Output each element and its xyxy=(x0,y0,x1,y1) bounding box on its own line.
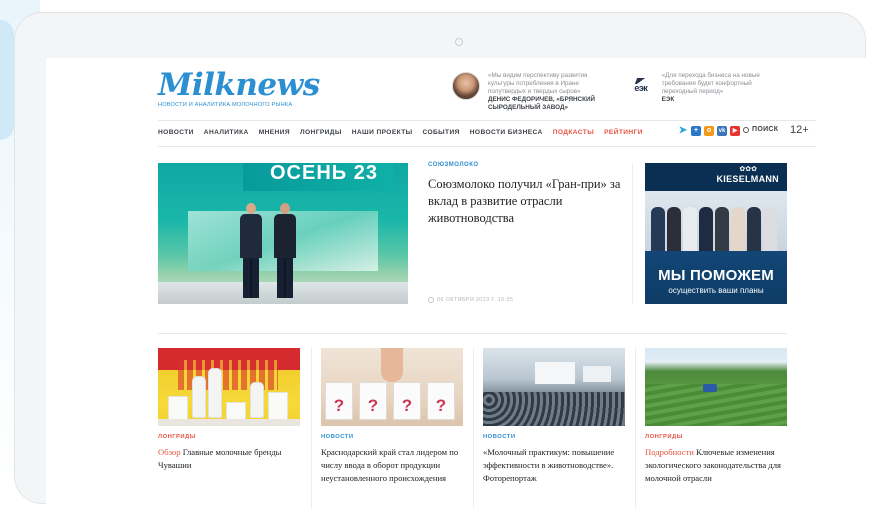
plus-icon[interactable]: + xyxy=(691,126,701,136)
card-category-tag: НОВОСТИ xyxy=(483,434,516,440)
quote-author: ДЕНИС ФЕДОРИЧЕВ, «БРЯНСКИЙ xyxy=(488,96,595,103)
ad-brand: KIESELMANN xyxy=(716,174,779,184)
hero-category-tag[interactable]: СОЮЗМОЛОКО xyxy=(428,162,479,168)
site-logo[interactable]: Milknews НОВОСТИ И АНАЛИТИКА МОЛОЧНОГО Р… xyxy=(158,67,320,108)
telegram-icon[interactable]: ➤ xyxy=(678,126,688,136)
search-icon xyxy=(743,126,749,133)
header-quote-1[interactable]: «Мы видим перспективу развития культуры … xyxy=(452,72,612,112)
card-image: ? ? ? ? xyxy=(321,348,463,426)
social-links: ➤ + о vk ▶ xyxy=(678,126,740,136)
news-card[interactable]: ЛОНГРИДЫ Обзор Главные молочные бренды Ч… xyxy=(158,348,300,472)
ad-subline: осуществить ваши планы xyxy=(668,286,764,295)
nav-item-analytics[interactable]: АНАЛИТИКА xyxy=(204,129,249,136)
news-card[interactable]: ЛОНГРИДЫ Подробности Ключевые изменения … xyxy=(645,348,787,485)
eek-logo-icon: еэк xyxy=(628,72,654,98)
age-rating: 12+ xyxy=(790,124,809,136)
card-title-highlight: Подробности xyxy=(645,447,694,457)
section-divider xyxy=(158,333,787,334)
person-figure xyxy=(240,203,262,298)
main-nav: НОВОСТИ АНАЛИТИКА МНЕНИЯ ЛОНГРИДЫ НАШИ П… xyxy=(158,129,643,136)
nav-item-ratings[interactable]: РЕЙТИНГИ xyxy=(604,129,643,136)
hero-image[interactable]: ОСЕНЬ 23 xyxy=(158,163,408,304)
nav-divider-top xyxy=(158,120,816,121)
nav-item-podcasts[interactable]: ПОДКАСТЫ xyxy=(553,129,594,136)
odnoklassniki-icon[interactable]: о xyxy=(704,126,714,136)
search-label: ПОИСК xyxy=(752,126,779,133)
card-title: Обзор Главные молочные бренды Чувашии xyxy=(158,447,282,470)
card-image xyxy=(483,348,625,426)
card-category-tag: НОВОСТИ xyxy=(321,434,354,440)
logo-wordmark: Milknews xyxy=(158,67,320,103)
hero-date: 06 ОКТЯБРЯ 2023 Г. 16:35 xyxy=(428,297,513,303)
nav-item-opinions[interactable]: МНЕНИЯ xyxy=(259,129,290,136)
card-image xyxy=(158,348,300,426)
nav-divider-bottom xyxy=(158,146,816,147)
avatar xyxy=(452,72,480,100)
card-title: «Молочный практикум: повышение эффективн… xyxy=(483,447,615,483)
ad-headline: МЫ ПОМОЖЕМ xyxy=(658,267,774,284)
background-accent xyxy=(0,20,14,140)
nav-item-longreads[interactable]: ЛОНГРИДЫ xyxy=(300,129,342,136)
person-figure xyxy=(274,203,296,298)
quote-author: ЕЭК xyxy=(661,96,675,103)
quote-text: «Для перехода бизнеса на новые требовани… xyxy=(661,72,760,95)
quote-text: «Мы видим перспективу развития культуры … xyxy=(488,72,588,95)
card-divider xyxy=(311,348,312,508)
youtube-icon[interactable]: ▶ xyxy=(730,126,740,136)
hero-image-banner-text: ОСЕНЬ 23 xyxy=(270,163,378,184)
quote-author-company: СЫРОДЕЛЬНЫЙ ЗАВОД» xyxy=(488,104,568,111)
card-image xyxy=(645,348,787,426)
card-category-tag: ЛОНГРИДЫ xyxy=(158,434,196,440)
vk-icon[interactable]: vk xyxy=(717,126,727,136)
column-divider xyxy=(632,163,633,304)
nav-item-business-news[interactable]: НОВОСТИ БИЗНЕСА xyxy=(470,129,543,136)
camera-icon xyxy=(455,38,463,46)
card-title: Краснодарский край стал лидером по числу… xyxy=(321,447,459,483)
card-category-tag: ЛОНГРИДЫ xyxy=(645,434,683,440)
ad-banner-kieselmann[interactable]: ✿✿✿ KIESELMANN МЫ ПОМОЖЕМ осуществить ва… xyxy=(645,163,787,304)
news-card[interactable]: ? ? ? ? НОВОСТИ Краснодарский край стал … xyxy=(321,348,463,485)
nav-item-news[interactable]: НОВОСТИ xyxy=(158,129,194,136)
card-divider xyxy=(473,348,474,508)
header-quote-2[interactable]: еэк «Для перехода бизнеса на новые требо… xyxy=(628,72,778,104)
nav-item-events[interactable]: СОБЫТИЯ xyxy=(423,129,460,136)
tablet-frame: Milknews НОВОСТИ И АНАЛИТИКА МОЛОЧНОГО Р… xyxy=(14,12,872,508)
nav-item-projects[interactable]: НАШИ ПРОЕКТЫ xyxy=(352,129,413,136)
card-title: Подробности Ключевые изменения экологиче… xyxy=(645,447,782,483)
brand-logo-icon: ✿✿✿ xyxy=(739,166,757,173)
news-card[interactable]: НОВОСТИ «Молочный практикум: повышение э… xyxy=(483,348,625,485)
hero-headline[interactable]: Союзмолоко получил «Гран-при» за вклад в… xyxy=(428,176,624,227)
ad-photo xyxy=(645,191,787,251)
clock-icon xyxy=(428,297,434,303)
logo-tagline: НОВОСТИ И АНАЛИТИКА МОЛОЧНОГО РЫНКА xyxy=(158,102,293,108)
card-divider xyxy=(635,348,636,508)
web-page: Milknews НОВОСТИ И АНАЛИТИКА МОЛОЧНОГО Р… xyxy=(46,58,872,508)
card-title-highlight: Обзор xyxy=(158,447,181,457)
search-button[interactable]: ПОИСК xyxy=(743,126,778,133)
